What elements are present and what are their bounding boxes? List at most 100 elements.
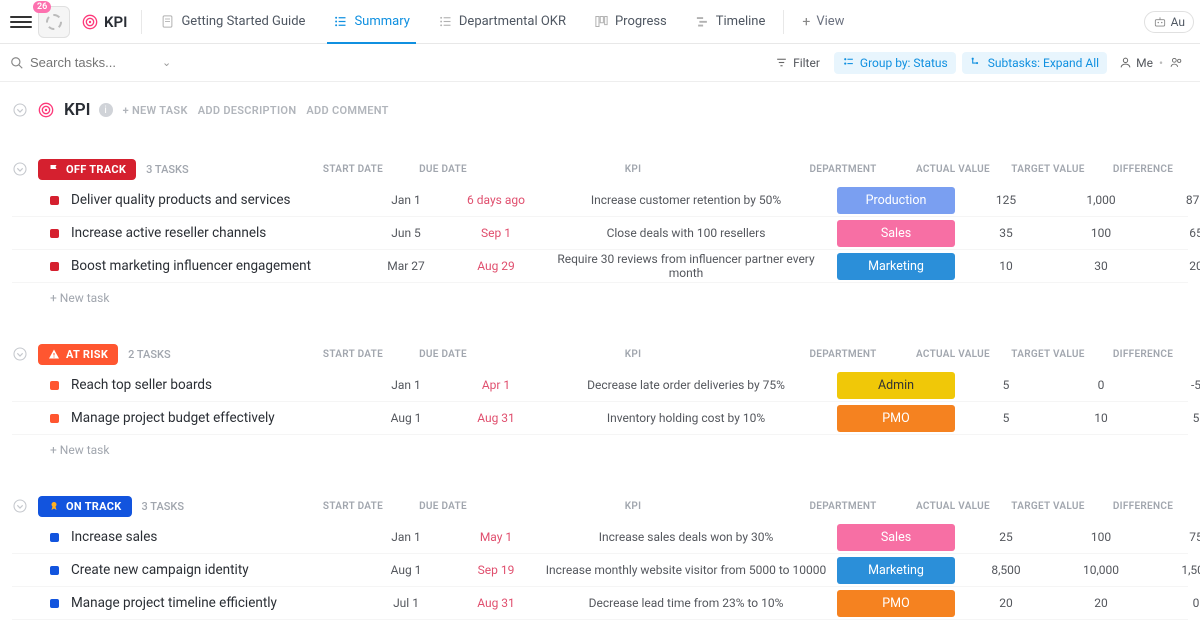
- status-square[interactable]: [50, 262, 59, 271]
- group-status-badge[interactable]: OFF TRACK: [38, 159, 136, 180]
- column-header: DIFFERENCE: [1098, 164, 1188, 175]
- cell-department[interactable]: Admin: [831, 372, 961, 399]
- cell-actual: 25: [961, 530, 1051, 544]
- board-icon: [594, 14, 609, 29]
- tab-getting-started[interactable]: Getting Started Guide: [146, 0, 319, 44]
- me-label: Me: [1136, 56, 1153, 70]
- collapse-group-icon[interactable]: [12, 161, 28, 177]
- column-header: DEPARTMENT: [778, 501, 908, 512]
- column-header: DEPARTMENT: [778, 164, 908, 175]
- department-chip: Admin: [837, 372, 955, 399]
- search-icon: [10, 56, 24, 70]
- cell-due-date: 6 days ago: [451, 193, 541, 207]
- cell-start-date: Jan 1: [361, 530, 451, 544]
- add-description-button[interactable]: ADD DESCRIPTION: [198, 104, 297, 117]
- cell-start-date: Jul 1: [361, 596, 451, 610]
- chevron-down-icon[interactable]: ⌄: [162, 56, 171, 69]
- table-row[interactable]: Manage project timeline efficientlyJul 1…: [12, 587, 1188, 620]
- status-square[interactable]: [50, 229, 59, 238]
- column-header: TARGET VALUE: [998, 164, 1098, 175]
- status-square[interactable]: [50, 533, 59, 542]
- department-chip: PMO: [837, 405, 955, 432]
- tab-progress[interactable]: Progress: [580, 0, 681, 44]
- cell-department[interactable]: Marketing: [831, 253, 961, 280]
- column-header: START DATE: [308, 164, 398, 175]
- filter-button[interactable]: Filter: [767, 52, 828, 74]
- groupby-button[interactable]: Group by: Status: [834, 52, 956, 74]
- table-row[interactable]: Increase salesJan 1May 1Increase sales d…: [12, 521, 1188, 554]
- task-title[interactable]: Create new campaign identity: [71, 562, 361, 578]
- status-square[interactable]: [50, 566, 59, 575]
- cell-kpi: Close deals with 100 resellers: [541, 226, 831, 240]
- add-comment-button[interactable]: ADD COMMENT: [306, 104, 388, 117]
- add-view-button[interactable]: + View: [788, 0, 858, 44]
- group-count: 2 TASKS: [128, 348, 171, 361]
- status-square[interactable]: [50, 414, 59, 423]
- info-icon[interactable]: i: [99, 103, 113, 117]
- cell-department[interactable]: Production: [831, 187, 961, 214]
- target-icon: [82, 14, 98, 30]
- filter-bar: ⌄ Filter Group by: Status Subtasks: Expa…: [0, 44, 1200, 82]
- tab-departmental-okr[interactable]: Departmental OKR: [424, 0, 580, 44]
- collapse-group-icon[interactable]: [12, 498, 28, 514]
- new-task-inline[interactable]: + New task: [12, 283, 1188, 309]
- column-header: KPI: [488, 501, 778, 512]
- cell-actual: 8,500: [961, 563, 1051, 577]
- group-status-badge[interactable]: AT RISK: [38, 344, 118, 365]
- table-row[interactable]: Boost marketing influencer engagement Mar…: [12, 250, 1188, 283]
- new-task-button[interactable]: + NEW TASK: [123, 104, 188, 117]
- list-icon: [438, 14, 453, 29]
- cell-difference: 75: [1151, 530, 1200, 544]
- group-status-badge[interactable]: ON TRACK: [38, 496, 132, 517]
- table-row[interactable]: Manage project budget effectivelyAug 1Au…: [12, 402, 1188, 435]
- cell-kpi: Decrease late order deliveries by 75%: [541, 378, 831, 392]
- workspace-loading-button[interactable]: 26: [38, 6, 70, 38]
- collapse-all-icon[interactable]: [12, 102, 28, 118]
- collapse-group-icon[interactable]: [12, 346, 28, 362]
- table-row[interactable]: Deliver quality products and servicesJan…: [12, 184, 1188, 217]
- task-title[interactable]: Boost marketing influencer engagement: [71, 258, 361, 274]
- department-chip: Sales: [837, 524, 955, 551]
- task-title[interactable]: Deliver quality products and services: [71, 192, 361, 208]
- me-button[interactable]: Me •: [1113, 52, 1190, 74]
- gantt-icon: [695, 14, 710, 29]
- cell-target: 30: [1051, 259, 1151, 273]
- subtasks-button[interactable]: Subtasks: Expand All: [962, 52, 1107, 74]
- status-square[interactable]: [50, 196, 59, 205]
- cell-department[interactable]: PMO: [831, 405, 961, 432]
- cell-department[interactable]: Marketing: [831, 557, 961, 584]
- table-row[interactable]: Create new campaign identityAug 1Sep 19I…: [12, 554, 1188, 587]
- column-header: KPI: [488, 164, 778, 175]
- status-square[interactable]: [50, 381, 59, 390]
- breadcrumb-title[interactable]: KPI: [104, 13, 127, 31]
- column-header: DUE DATE: [398, 164, 488, 175]
- cell-kpi: Inventory holding cost by 10%: [541, 411, 831, 425]
- filter-icon: [775, 56, 788, 69]
- cell-kpi: Require 30 reviews from influencer partn…: [541, 252, 831, 280]
- tab-summary[interactable]: Summary: [319, 0, 423, 44]
- medal-icon: [48, 500, 60, 512]
- cell-difference: 5: [1151, 411, 1200, 425]
- cell-target: 1,000: [1051, 193, 1151, 207]
- table-row[interactable]: Increase active reseller channelsJun 5Se…: [12, 217, 1188, 250]
- task-title[interactable]: Manage project timeline efficiently: [71, 595, 361, 611]
- search-input[interactable]: [30, 55, 150, 70]
- plus-icon: +: [802, 14, 810, 30]
- task-title[interactable]: Increase sales: [71, 529, 361, 545]
- cell-actual: 20: [961, 596, 1051, 610]
- task-title[interactable]: Increase active reseller channels: [71, 225, 361, 241]
- task-title[interactable]: Reach top seller boards: [71, 377, 361, 393]
- tab-timeline[interactable]: Timeline: [681, 0, 780, 44]
- new-task-inline[interactable]: + New task: [12, 435, 1188, 461]
- menu-icon[interactable]: [10, 11, 32, 33]
- task-title[interactable]: Manage project budget effectively: [71, 410, 361, 426]
- table-row[interactable]: Reach top seller boardsJan 1Apr 1Decreas…: [12, 369, 1188, 402]
- status-square[interactable]: [50, 599, 59, 608]
- search-wrap: ⌄: [10, 55, 190, 70]
- people-icon[interactable]: [1169, 56, 1184, 69]
- cell-department[interactable]: PMO: [831, 590, 961, 617]
- cell-department[interactable]: Sales: [831, 220, 961, 247]
- cell-department[interactable]: Sales: [831, 524, 961, 551]
- automations-button[interactable]: Au: [1144, 11, 1194, 33]
- groupby-label: Group by: Status: [860, 56, 948, 70]
